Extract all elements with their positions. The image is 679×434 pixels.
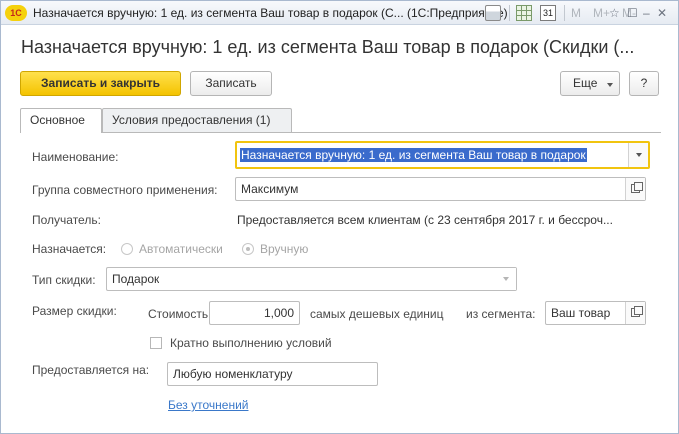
segment-value: Ваш товар <box>551 306 611 320</box>
save-button[interactable]: Записать <box>190 71 272 96</box>
segment-field[interactable]: Ваш товар <box>545 301 646 325</box>
multiple-checkbox-label: Кратно выполнению условий <box>170 336 332 350</box>
title-toolbar: 31 M M+ M- <box>485 4 648 22</box>
radio-manual[interactable] <box>242 243 254 255</box>
calendar-icon[interactable]: 31 <box>540 5 556 21</box>
name-dropdown-button[interactable] <box>628 143 648 167</box>
name-label: Наименование: <box>32 150 119 164</box>
save-and-close-button[interactable]: Записать и закрыть <box>20 71 181 96</box>
name-field[interactable]: Назначается вручную: 1 ед. из сегмента В… <box>235 141 650 169</box>
memory-button-m-plus[interactable]: M+ <box>593 6 610 20</box>
app-logo[interactable]: 1С <box>5 5 27 21</box>
chevron-down-icon <box>636 153 642 157</box>
provided-for-field[interactable]: Любую номенклатуру <box>167 362 378 386</box>
memory-button-m[interactable]: M <box>571 6 581 20</box>
group-label: Группа совместного применения: <box>32 183 218 197</box>
provided-for-value: Любую номенклатуру <box>173 367 293 381</box>
radio-automatic[interactable] <box>121 243 133 255</box>
discount-type-field[interactable]: Подарок <box>106 267 517 291</box>
segment-open-button[interactable] <box>625 302 645 324</box>
chevron-down-icon <box>607 83 613 87</box>
discount-type-dropdown-button[interactable] <box>496 268 516 290</box>
recipient-value[interactable]: Предоставляется всем клиентам (с 23 сент… <box>237 213 647 227</box>
assigned-label: Назначается: <box>32 242 107 256</box>
title-bar: 1С Назначается вручную: 1 ед. из сегмент… <box>1 1 678 25</box>
open-icon <box>631 306 643 317</box>
grid-icon[interactable] <box>516 5 532 21</box>
discount-type-label: Тип скидки: <box>32 273 96 287</box>
provided-for-label: Предоставляется на: <box>32 363 150 377</box>
refine-link[interactable]: Без уточнений <box>168 398 248 412</box>
name-field-value: Назначается вручную: 1 ед. из сегмента В… <box>240 148 587 162</box>
group-field[interactable]: Максимум <box>235 177 646 201</box>
restore-icon[interactable]: ☐ <box>627 4 638 22</box>
close-icon[interactable]: ✕ <box>657 4 667 22</box>
open-icon <box>631 182 643 193</box>
cost-input[interactable]: 1,000 <box>209 301 300 325</box>
radio-manual-label: Вручную <box>260 242 309 256</box>
help-button[interactable]: ? <box>629 71 659 96</box>
page-title: Назначается вручную: 1 ед. из сегмента В… <box>21 37 635 57</box>
radio-automatic-label: Автоматически <box>139 242 223 256</box>
segment-label: из сегмента: <box>466 307 536 321</box>
print-icon[interactable] <box>485 5 501 21</box>
toolbar-separator <box>564 5 565 21</box>
window-title: Назначается вручную: 1 ед. из сегмента В… <box>33 6 508 20</box>
more-button-label: Еще <box>573 76 598 90</box>
cheapest-units-label: самых дешевых единиц <box>310 307 444 321</box>
cost-value: 1,000 <box>263 306 294 320</box>
favorite-icon[interactable]: ☆ <box>609 4 620 22</box>
discount-type-value: Подарок <box>112 272 160 286</box>
minimize-icon[interactable]: – <box>643 4 650 22</box>
tab-conditions[interactable]: Условия предоставления (1) <box>102 108 292 132</box>
cost-label: Стоимость <box>148 307 209 321</box>
form-window: 1С Назначается вручную: 1 ед. из сегмент… <box>0 0 679 434</box>
group-open-button[interactable] <box>625 178 645 200</box>
multiple-checkbox[interactable] <box>150 337 162 349</box>
recipient-label: Получатель: <box>32 213 101 227</box>
more-button[interactable]: Еще <box>560 71 620 96</box>
discount-size-label: Размер скидки: <box>32 304 117 318</box>
tab-main[interactable]: Основное <box>20 108 102 133</box>
group-field-value: Максимум <box>241 182 299 196</box>
toolbar-separator <box>509 5 510 21</box>
chevron-down-icon <box>503 277 509 281</box>
